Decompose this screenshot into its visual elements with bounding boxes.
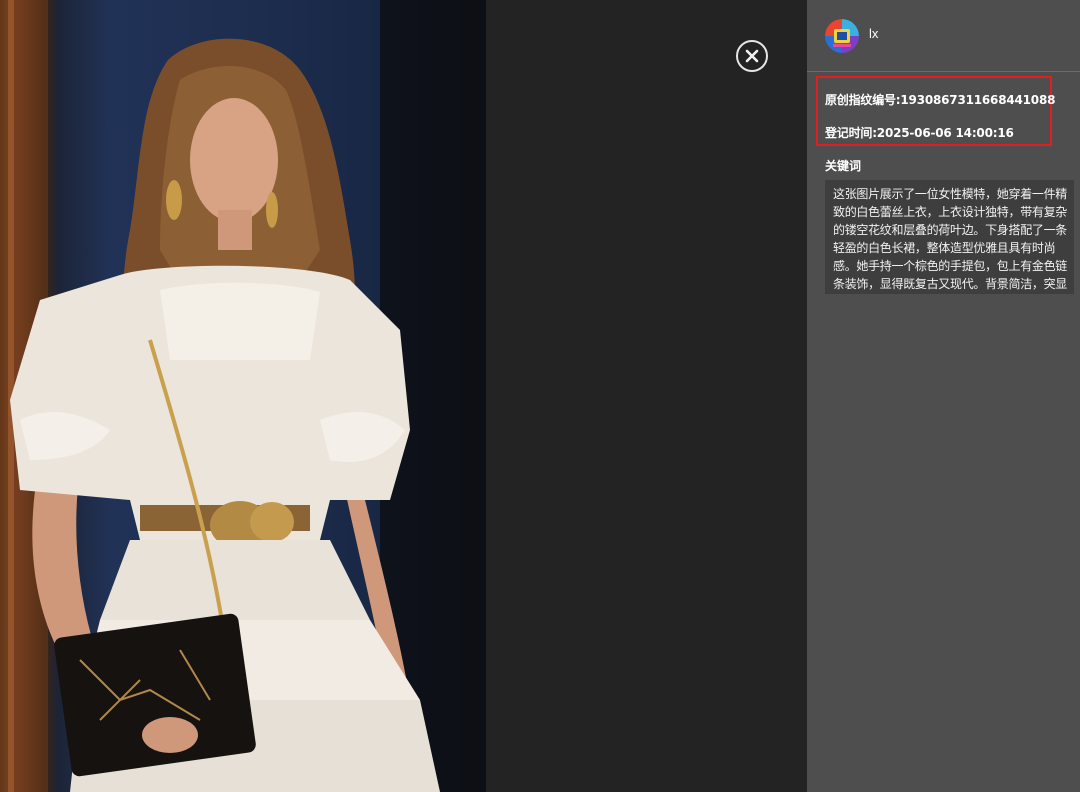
close-icon	[745, 49, 759, 63]
fingerprint-id: 原创指纹编号:1930867311668441088	[825, 93, 1056, 107]
keywords-title: 关键词	[825, 159, 862, 173]
user-header: lx	[807, 0, 1080, 72]
close-button[interactable]	[736, 40, 768, 72]
username: lx	[869, 26, 879, 41]
info-panel: lx 原创指纹编号:1930867311668441088 登记时间:2025-…	[807, 0, 1080, 792]
avatar-image-icon	[825, 18, 859, 53]
fashion-photo	[0, 0, 486, 792]
keywords-description: 这张图片展示了一位女性模特，她穿着一件精致的白色蕾丝上衣，上衣设计独特，带有复杂…	[825, 180, 1074, 294]
image-viewer	[0, 0, 807, 792]
registration-time: 登记时间:2025-06-06 14:00:16	[825, 126, 1014, 140]
avatar[interactable]	[825, 18, 859, 53]
photo-illustration	[0, 0, 486, 792]
